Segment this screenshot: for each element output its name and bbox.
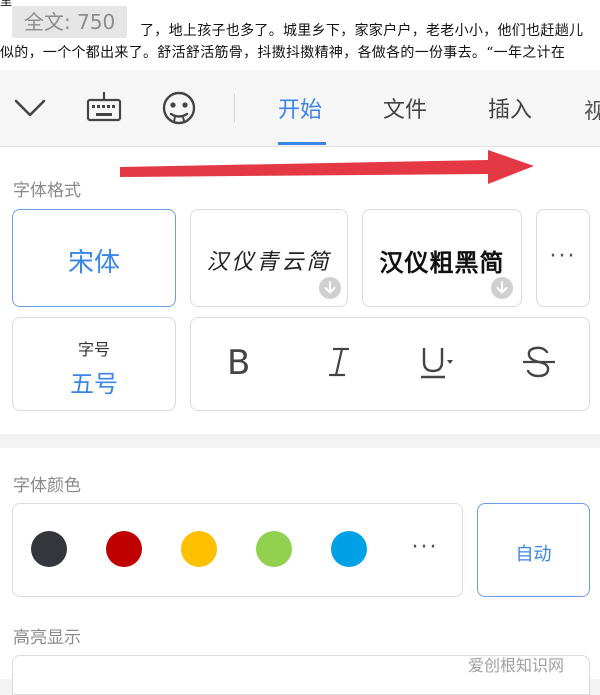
highlight-label: 高亮显示 <box>13 628 81 648</box>
font-size-caption: 字号 <box>77 340 110 359</box>
tab-overflow[interactable]: 视 <box>584 94 600 120</box>
bold-icon[interactable]: B <box>219 342 259 383</box>
download-icon <box>491 277 513 299</box>
active-tab-indicator <box>278 142 326 145</box>
font-option-label: 汉仪粗黑简 <box>379 249 505 277</box>
color-swatch-blue[interactable] <box>331 531 367 567</box>
strikethrough-icon[interactable] <box>519 342 559 382</box>
svg-text:B: B <box>227 343 250 382</box>
word-count-badge: 全文: 750 <box>12 6 128 38</box>
toolbar-divider <box>234 94 235 122</box>
auto-color-button[interactable]: 自动 <box>477 503 590 597</box>
italic-icon[interactable] <box>319 342 359 382</box>
chevron-down-icon[interactable] <box>10 88 50 128</box>
font-size-value: 五号 <box>70 370 118 398</box>
emoji-icon[interactable] <box>159 88 199 128</box>
color-swatch-yellow[interactable] <box>181 531 217 567</box>
document-preview: 里 了，地上孩子也多了。城里乡下，家家户户，老老小小，他们也赶趟儿 似的，一个个… <box>0 0 600 70</box>
more-icon: ··· <box>549 244 577 269</box>
auto-color-label: 自动 <box>515 544 552 565</box>
tab-file[interactable]: 文件 <box>383 92 427 124</box>
font-format-label: 字体格式 <box>13 181 81 201</box>
editor-toolbar: 开始 文件 插入 视 <box>0 70 600 147</box>
watermark-text: 爱创根知识网 <box>468 656 565 675</box>
tab-start[interactable]: 开始 <box>278 92 322 124</box>
font-size-selector[interactable]: 字号 五号 <box>12 317 176 411</box>
red-arrow-annotation <box>120 150 534 184</box>
font-option-songti[interactable]: 宋体 <box>12 209 176 307</box>
underline-icon[interactable] <box>415 342 455 382</box>
color-swatch-black[interactable] <box>31 531 67 567</box>
document-text-line: 里 <box>0 0 13 8</box>
color-swatch-red[interactable] <box>106 531 142 567</box>
font-color-label: 字体颜色 <box>13 476 81 496</box>
document-text-line: 了，地上孩子也多了。城里乡下，家家户户，老老小小，他们也赶趟儿 <box>140 23 584 39</box>
more-colors-button[interactable]: ··· <box>400 535 450 560</box>
download-icon <box>319 277 341 299</box>
document-text-line: 似的，一个个都出来了。舒活舒活筋骨，抖擞抖擞精神，各做各的一份事去。“一年之计在 <box>0 45 566 61</box>
font-option-label: 宋体 <box>67 248 120 278</box>
color-swatch-green[interactable] <box>256 531 292 567</box>
color-swatch-group <box>12 503 463 597</box>
section-separator <box>0 434 600 448</box>
text-style-group: B <box>190 317 590 411</box>
keyboard-icon[interactable] <box>84 88 124 128</box>
tab-insert[interactable]: 插入 <box>488 92 532 124</box>
more-fonts-button[interactable]: ··· <box>536 209 590 307</box>
font-option-label: 汉仪青云简 <box>206 250 332 275</box>
font-option-qingyun[interactable]: 汉仪青云简 <box>190 209 348 307</box>
font-option-cuhei[interactable]: 汉仪粗黑简 <box>362 209 522 307</box>
